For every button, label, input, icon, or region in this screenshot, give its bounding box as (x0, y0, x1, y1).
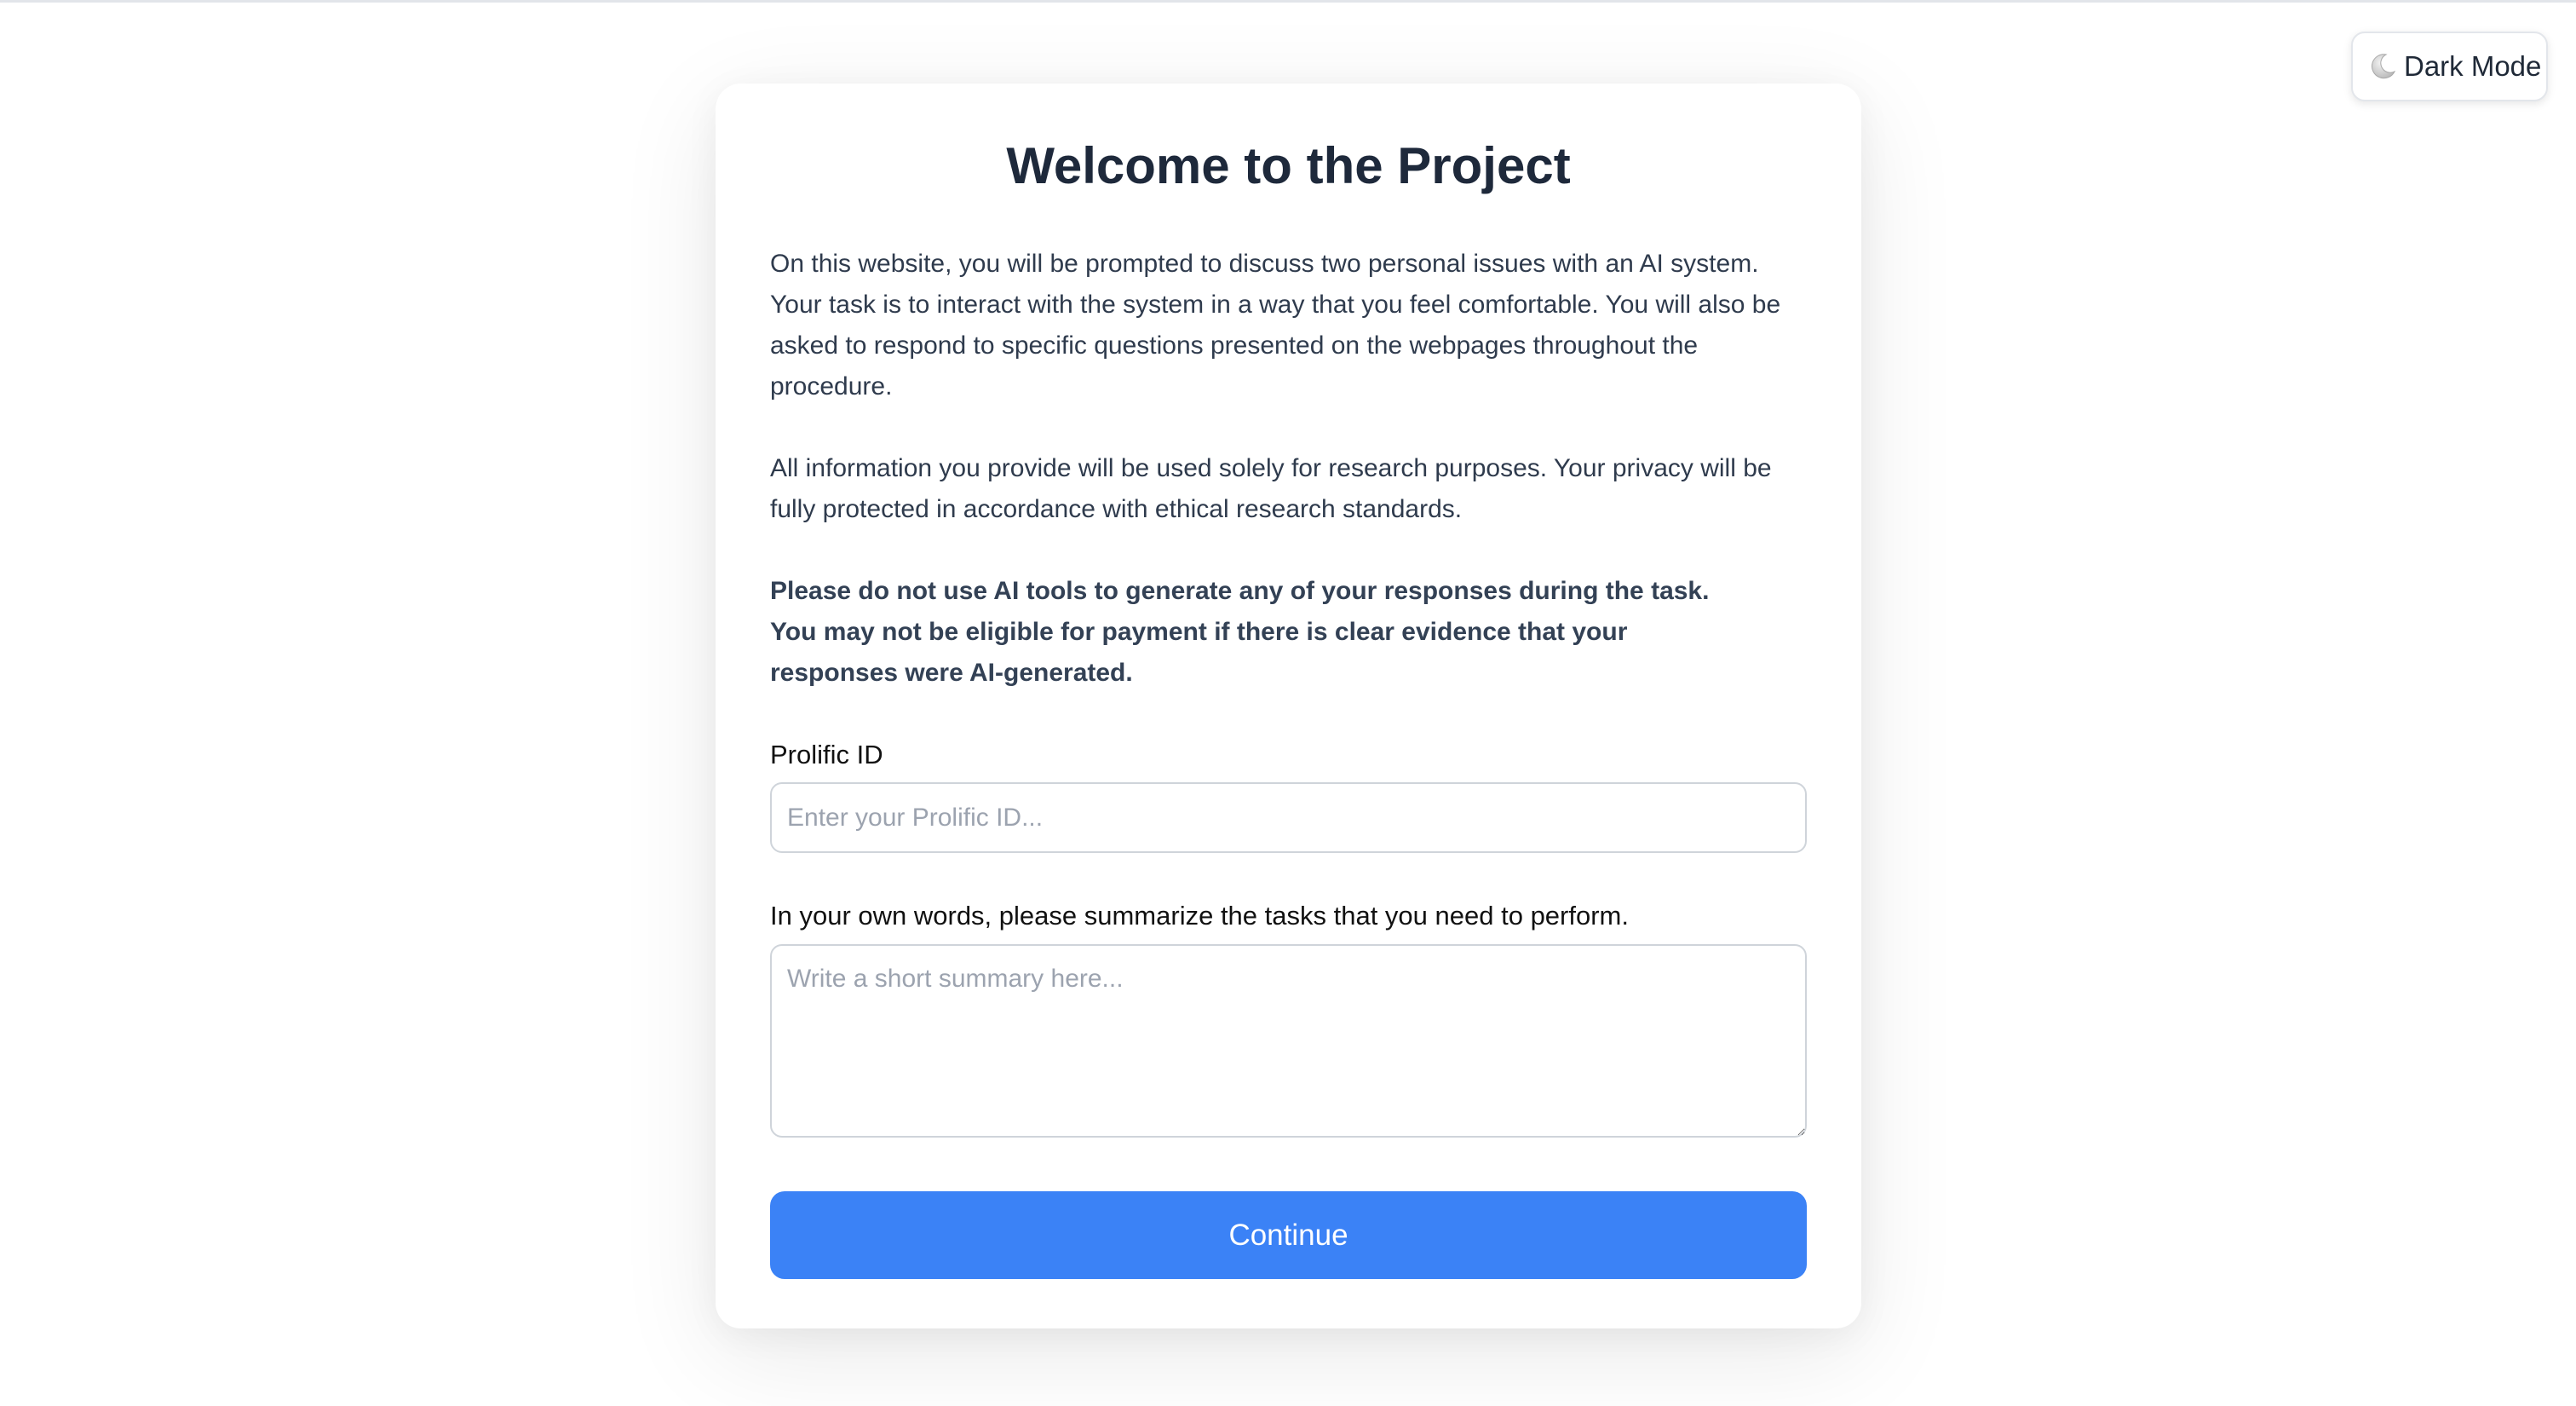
summary-textarea[interactable] (770, 944, 1807, 1138)
top-divider (0, 0, 2576, 3)
dark-mode-toggle-button[interactable]: Dark Mode (2351, 32, 2548, 101)
prolific-id-input[interactable] (770, 782, 1807, 853)
moon-icon (2371, 54, 2396, 79)
ai-warning-paragraph: Please do not use AI tools to generate a… (770, 577, 1710, 687)
page-title: Welcome to the Project (1006, 137, 1571, 194)
welcome-card: Welcome to the Project On this website, … (716, 84, 1861, 1328)
privacy-paragraph: All information you provide will be used… (770, 454, 1772, 523)
dark-mode-label: Dark Mode (2404, 50, 2542, 82)
prolific-id-label: Prolific ID (770, 740, 883, 769)
summary-label: In your own words, please summarize the … (770, 901, 1629, 931)
continue-button[interactable]: Continue (770, 1191, 1807, 1279)
intro-paragraph: On this website, you will be prompted to… (770, 250, 1781, 400)
